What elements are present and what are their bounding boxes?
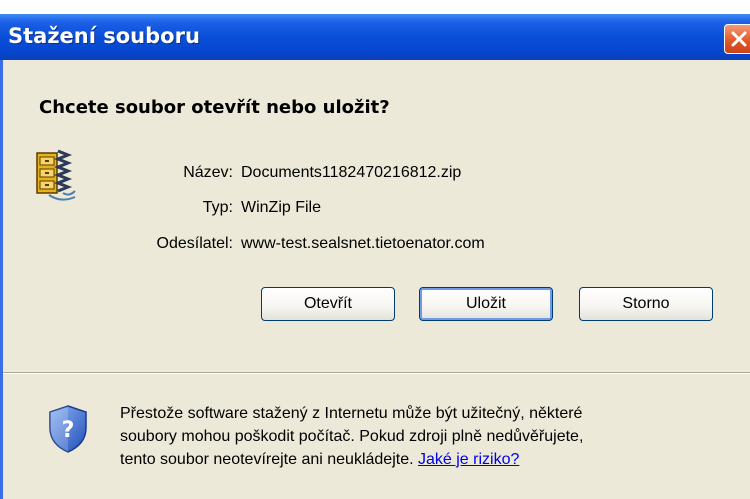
title-bar[interactable]: Stažení souboru <box>0 14 750 60</box>
file-from-label: Odesílatel: <box>156 235 233 252</box>
dialog-question: Chcete soubor otevřít nebo uložit? <box>39 97 390 118</box>
shield-question-icon: ? <box>49 405 87 453</box>
close-button[interactable] <box>724 24 750 54</box>
dialog-body: Chcete soubor otevřít nebo uložit? Název… <box>3 60 750 499</box>
file-from-value: www-test.sealsnet.tietoenator.com <box>241 235 485 252</box>
svg-text:?: ? <box>62 418 75 443</box>
open-button[interactable]: Otevřít <box>261 287 395 321</box>
close-icon <box>731 31 747 47</box>
warning-line: Přestože software stažený z Internetu mů… <box>120 405 583 422</box>
warning-line-text: tento soubor neotevírejte ani neukládejt… <box>120 451 418 468</box>
dialog-title: Stažení souboru <box>8 24 200 48</box>
security-warning: Přestože software stažený z Internetu mů… <box>120 402 740 471</box>
file-name-label: Název: <box>183 164 233 181</box>
save-button[interactable]: Uložit <box>419 287 553 321</box>
cancel-button[interactable]: Storno <box>579 287 713 321</box>
file-type-value: WinZip File <box>241 199 322 216</box>
risk-link[interactable]: Jaké je riziko? <box>418 451 519 468</box>
warning-line: soubory mohou poškodit počítač. Pokud zd… <box>120 428 584 445</box>
file-type-label: Typ: <box>202 199 233 216</box>
download-dialog: Stažení souboru Chcete soubor otevřít ne… <box>0 14 750 499</box>
file-name-value: Documents1182470216812.zip <box>241 164 462 181</box>
warning-line: tento soubor neotevírejte ani neukládejt… <box>120 448 740 471</box>
separator <box>3 372 750 374</box>
